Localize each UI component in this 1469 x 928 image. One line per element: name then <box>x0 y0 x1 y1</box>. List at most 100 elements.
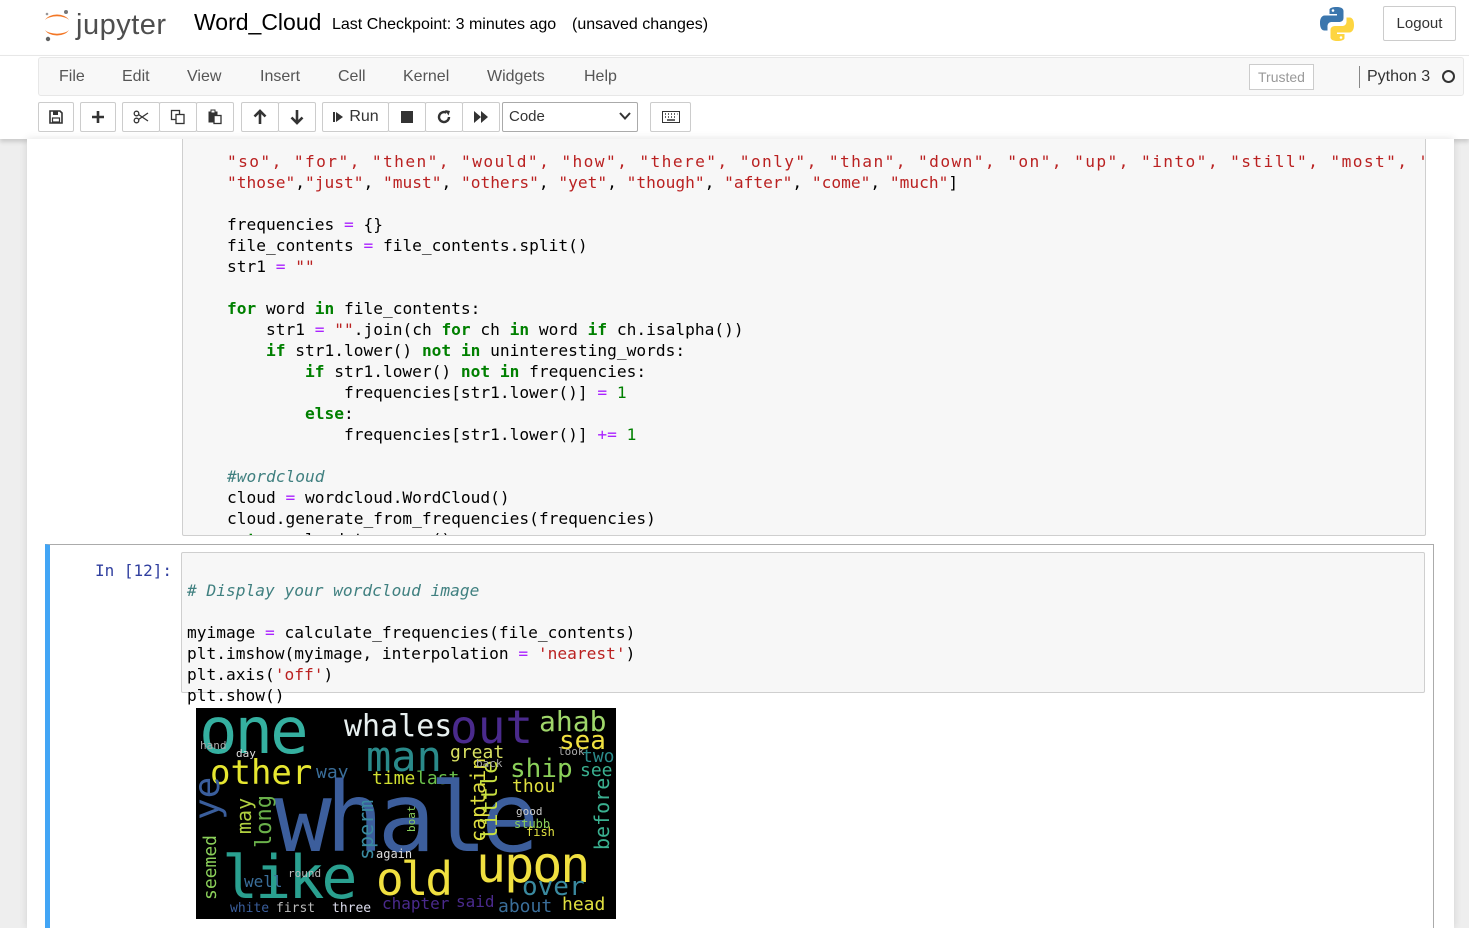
chevron-down-icon <box>619 112 631 120</box>
menubar-container: File Edit View Insert Cell Kernel Widget… <box>0 55 1469 139</box>
logo-text: jupyter <box>76 8 167 41</box>
code-line: if str1.lower() not in frequencies: <box>304 362 647 381</box>
code-line: plt.axis('off') <box>187 665 334 684</box>
scissors-icon <box>133 110 149 124</box>
save-icon <box>49 110 63 124</box>
wordcloud-word: three <box>332 901 372 916</box>
wordcloud-word: before <box>590 777 614 850</box>
code-line: else: <box>304 404 354 423</box>
notebook-container: "so", "for", "then", "would", "how", "th… <box>27 139 1454 928</box>
code-line: frequencies[str1.lower()] += 1 <box>227 425 637 444</box>
copy-button[interactable] <box>159 102 197 132</box>
code-line: cloud = wordcloud.WordCloud() <box>227 488 510 507</box>
menu-kernel[interactable]: Kernel <box>403 68 449 86</box>
run-label: Run <box>349 108 379 125</box>
wordcloud-word: day <box>236 747 256 760</box>
code-cell-input[interactable]: "so", "for", "then", "would", "how", "th… <box>182 139 1426 536</box>
code-line: plt.show() <box>187 686 285 705</box>
wordcloud-word: round <box>288 867 322 880</box>
menu-view[interactable]: View <box>187 68 221 86</box>
python-logo-icon <box>1320 7 1354 41</box>
code-line: frequencies = {} <box>227 215 383 234</box>
notebook-title[interactable]: Word_Cloud <box>194 9 321 36</box>
menu-cell[interactable]: Cell <box>338 68 366 86</box>
code-line: str1 = "".join(ch for ch in word if ch.i… <box>227 320 744 339</box>
code-cell-selected[interactable]: In [12]: # Display your wordcloud image … <box>45 544 1434 928</box>
interrupt-button[interactable] <box>388 102 426 132</box>
wordcloud-word: chapter <box>382 894 450 913</box>
input-prompt: In [12]: <box>95 561 173 580</box>
jupyter-logo-icon <box>45 10 69 42</box>
code-line: myimage = calculate_frequencies(file_con… <box>187 623 636 642</box>
wordcloud-word: boat <box>405 805 418 833</box>
arrow-up-icon <box>253 109 267 124</box>
kernel-name[interactable]: Python 3 <box>1367 68 1430 86</box>
move-up-button[interactable] <box>241 102 279 132</box>
code-line: cloud.generate_from_frequencies(frequenc… <box>227 509 656 528</box>
code-line: frequencies[str1.lower()] = 1 <box>227 383 627 402</box>
code-line: "those","just", "must", "others", "yet",… <box>227 173 959 192</box>
restart-run-all-button[interactable] <box>462 102 500 132</box>
code-line: "so", "for", "then", "would", "how", "th… <box>227 152 1426 171</box>
code-cell-input[interactable]: # Display your wordcloud image myimage =… <box>181 552 1425 705</box>
menu-widgets[interactable]: Widgets <box>487 68 545 86</box>
code-line: plt.imshow(myimage, interpolation = 'nea… <box>187 644 636 663</box>
code-line: str1 = "" <box>227 257 315 276</box>
keyboard-icon <box>661 111 680 123</box>
code-line: file_contents = file_contents.split() <box>227 236 588 255</box>
wordcloud-word: white <box>230 901 270 916</box>
command-palette-button[interactable] <box>650 102 691 132</box>
refresh-icon <box>437 110 451 124</box>
insert-cell-button[interactable] <box>80 102 116 132</box>
autosave-status: (unsaved changes) <box>572 16 709 33</box>
wordcloud-word: fish <box>526 825 555 839</box>
restart-button[interactable] <box>425 102 463 132</box>
code-line: if str1.lower() not in uninteresting_wor… <box>265 341 686 360</box>
wordcloud-word: good <box>516 805 543 818</box>
cell-type-value: Code <box>509 108 545 125</box>
wordcloud-word: well <box>244 872 283 891</box>
wordcloud-word: long <box>252 795 277 848</box>
wordcloud-word: two <box>582 746 615 767</box>
code-line: #wordcloud <box>227 467 325 486</box>
save-button[interactable] <box>38 102 74 132</box>
copy-icon <box>170 109 185 125</box>
wordcloud-word: ye <box>196 776 228 820</box>
cell-type-select[interactable]: Code <box>502 102 638 132</box>
cut-button[interactable] <box>122 102 160 132</box>
wordcloud-word: hand <box>200 739 227 752</box>
menu-file[interactable]: File <box>59 68 85 86</box>
wordcloud-word: about <box>498 896 553 917</box>
wordcloud-word: again <box>376 847 413 861</box>
wordcloud-word: seemed <box>200 834 221 900</box>
checkpoint-status: Last Checkpoint: 3 minutes ago <box>332 16 557 33</box>
menu-insert[interactable]: Insert <box>260 68 300 86</box>
paste-icon <box>208 109 222 125</box>
wordcloud-word: look <box>558 745 585 758</box>
menu-help[interactable]: Help <box>584 68 617 86</box>
trusted-indicator[interactable]: Trusted <box>1249 64 1314 90</box>
menubar: File Edit View Insert Cell Kernel Widget… <box>38 57 1464 96</box>
kernel-separator <box>1359 66 1360 88</box>
jupyter-logo[interactable]: jupyter <box>42 8 167 42</box>
plus-icon <box>92 111 104 123</box>
code-area[interactable]: "so", "for", "then", "would", "how", "th… <box>227 139 1426 535</box>
step-forward-icon <box>333 112 344 122</box>
paste-button[interactable] <box>196 102 234 132</box>
kernel-idle-icon <box>1442 70 1455 83</box>
code-line: return cloud.to_array() <box>227 529 1425 535</box>
code-line: # Display your wordcloud image <box>187 581 480 600</box>
code-line: for word in file_contents: <box>227 299 481 318</box>
header: jupyter Word_Cloud Last Checkpoint: 3 mi… <box>0 0 1469 55</box>
wordcloud-word: said <box>456 892 495 911</box>
wordcloud-output-image: one whales out ahab sea man great other … <box>196 708 616 919</box>
logout-button[interactable]: Logout <box>1383 6 1456 41</box>
wordcloud-word: little <box>478 760 503 840</box>
run-button[interactable]: Run <box>322 102 389 132</box>
wordcloud-word: head <box>562 894 606 915</box>
wordcloud-word: back <box>476 757 503 770</box>
move-down-button[interactable] <box>278 102 316 132</box>
menu-edit[interactable]: Edit <box>122 68 150 86</box>
wordcloud-word: sperm <box>354 799 378 860</box>
arrow-down-icon <box>290 110 304 125</box>
